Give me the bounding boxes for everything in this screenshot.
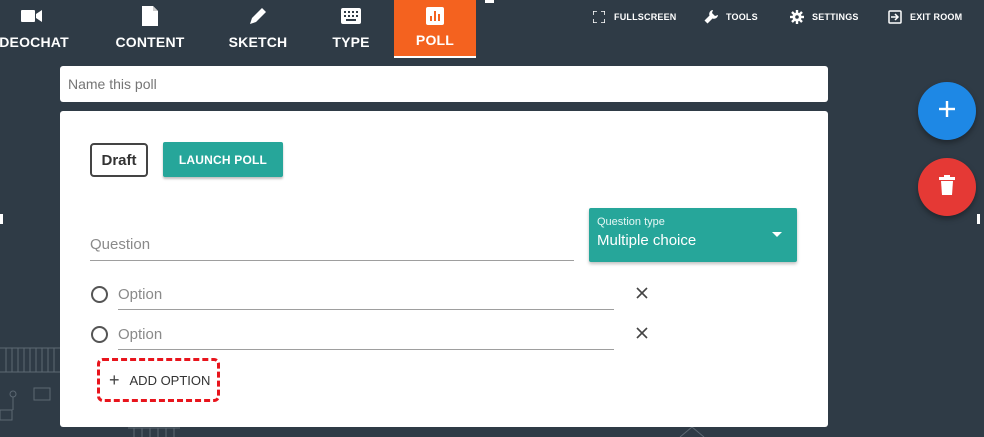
tab-type[interactable]: TYPE: [318, 0, 384, 58]
exit-icon: [888, 10, 902, 24]
poll-name-placeholder: Name this poll: [68, 76, 157, 92]
question-placeholder: Question: [90, 236, 151, 253]
status-badge: Draft: [90, 143, 148, 177]
pencil-icon: [247, 5, 269, 27]
option-placeholder: Option: [118, 286, 163, 303]
tab-label: SKETCH: [228, 34, 288, 50]
right-edge-mark: [977, 214, 980, 224]
tab-label: TYPE: [332, 34, 370, 50]
tab-poll[interactable]: POLL: [394, 0, 476, 58]
option-row: Option: [90, 320, 790, 350]
tab-label: POLL: [415, 32, 455, 48]
fullscreen-label: FULLSCREEN: [614, 12, 677, 22]
poll-editor-card: Draft LAUNCH POLL Question Question type…: [60, 111, 828, 427]
tab-label: CONTENT: [115, 34, 185, 50]
radio-icon: [91, 286, 108, 303]
wrench-icon: [704, 10, 718, 24]
plus-icon: [938, 100, 956, 123]
poll-name-input[interactable]: Name this poll: [60, 66, 828, 102]
remove-option-close-icon[interactable]: [636, 326, 650, 340]
fullscreen-button[interactable]: FULLSCREEN: [592, 9, 677, 25]
fullscreen-icon: [592, 10, 606, 24]
keyboard-icon: [340, 5, 362, 27]
tools-button[interactable]: TOOLS: [704, 9, 758, 25]
option-input[interactable]: Option: [118, 320, 614, 350]
question-input[interactable]: Question: [90, 229, 574, 261]
radio-icon: [91, 326, 108, 343]
add-option-label: ADD OPTION: [129, 372, 211, 388]
tools-label: TOOLS: [726, 12, 758, 22]
option-placeholder: Option: [118, 326, 163, 343]
option-input[interactable]: Option: [118, 280, 614, 310]
video-camera-icon: [21, 5, 43, 27]
caret-down-icon: [772, 232, 782, 237]
exit-room-button[interactable]: EXIT ROOM: [888, 9, 962, 25]
tab-content[interactable]: CONTENT: [108, 0, 192, 58]
tab-sketch[interactable]: SKETCH: [222, 0, 294, 58]
option-row: Option: [90, 280, 790, 310]
exit-room-label: EXIT ROOM: [910, 12, 963, 22]
question-type-value: Multiple choice: [597, 232, 697, 249]
question-type-label: Question type: [597, 216, 665, 228]
trash-icon: [939, 174, 955, 200]
add-option-button[interactable]: + ADD OPTION: [97, 358, 220, 402]
remove-option-close-icon[interactable]: [636, 286, 650, 300]
launch-poll-button[interactable]: LAUNCH POLL: [163, 142, 283, 177]
document-icon: [139, 5, 161, 27]
question-type-select[interactable]: Question type Multiple choice: [589, 208, 797, 262]
tab-videochat[interactable]: IDEOCHAT: [0, 0, 78, 58]
plus-icon: +: [109, 370, 120, 390]
top-navigation: IDEOCHAT CONTENT SKETCH TYPE POLL FULLSC…: [0, 0, 984, 58]
tab-label: IDEOCHAT: [0, 34, 69, 50]
poll-chart-icon: [424, 5, 446, 27]
left-edge-mark: [0, 214, 3, 224]
settings-label: SETTINGS: [812, 12, 859, 22]
settings-button[interactable]: SETTINGS: [790, 9, 859, 25]
delete-poll-button[interactable]: [918, 158, 976, 216]
gear-icon: [790, 10, 804, 24]
add-poll-button[interactable]: [918, 82, 976, 140]
